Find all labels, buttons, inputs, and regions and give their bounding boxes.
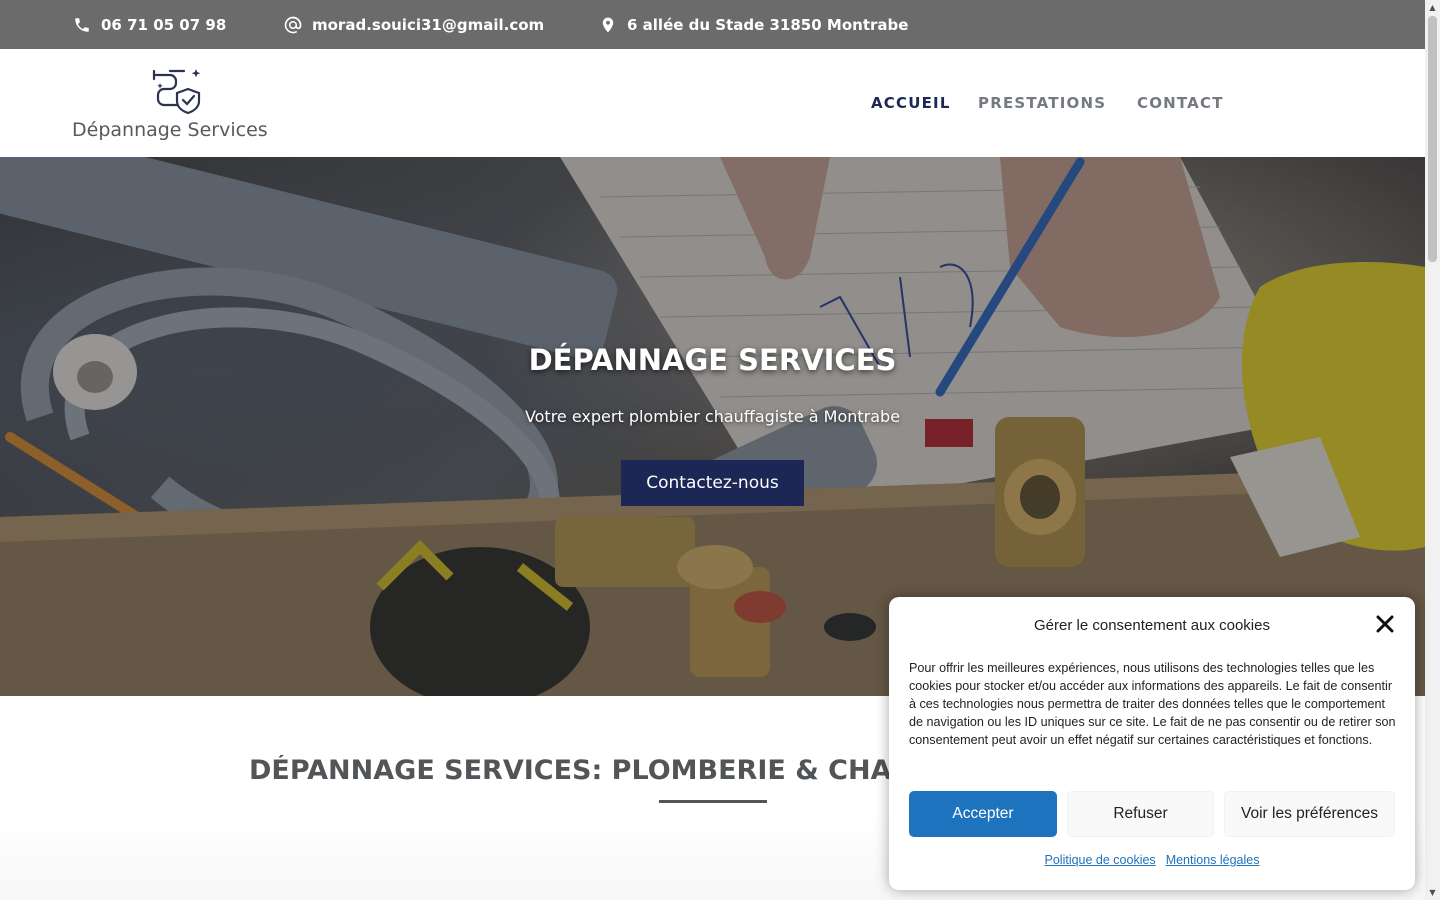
scroll-up-arrow-icon[interactable]: ▲ xyxy=(1425,0,1440,15)
scrollbar-thumb[interactable] xyxy=(1428,16,1437,262)
site-header: Dépannage Services ACCUEIL PRESTATIONS C… xyxy=(0,49,1425,157)
section-divider xyxy=(659,800,767,803)
site-logo[interactable]: Dépannage Services xyxy=(72,63,272,143)
topbar-email-text: morad.souici31@gmail.com xyxy=(312,15,545,34)
view-preferences-button[interactable]: Voir les préférences xyxy=(1224,791,1395,837)
nav-contact[interactable]: CONTACT xyxy=(1137,94,1224,112)
topbar-phone[interactable]: 06 71 05 07 98 xyxy=(72,0,226,49)
top-contact-bar: 06 71 05 07 98 morad.souici31@gmail.com … xyxy=(0,0,1425,49)
cookie-policy-link[interactable]: Politique de cookies xyxy=(1045,853,1156,867)
at-icon xyxy=(283,15,303,35)
scroll-down-arrow-icon[interactable]: ▼ xyxy=(1425,885,1440,900)
hero-subtitle: Votre expert plombier chauffagiste à Mon… xyxy=(524,407,901,426)
page-scrollbar[interactable]: ▲ ▼ xyxy=(1425,0,1440,900)
topbar-email[interactable]: morad.souici31@gmail.com xyxy=(283,0,544,49)
hero-title: DÉPANNAGE SERVICES xyxy=(528,343,897,377)
legal-notice-link[interactable]: Mentions légales xyxy=(1166,853,1260,867)
map-pin-icon xyxy=(598,15,618,35)
cookie-consent-dialog: Gérer le consentement aux cookies Pour o… xyxy=(889,597,1415,890)
phone-icon xyxy=(72,15,92,35)
refuse-cookies-button[interactable]: Refuser xyxy=(1067,791,1214,837)
contact-us-button[interactable]: Contactez-nous xyxy=(621,460,804,506)
topbar-address[interactable]: 6 allée du Stade 31850 Montrabe xyxy=(598,0,908,49)
nav-accueil[interactable]: ACCUEIL xyxy=(871,94,951,112)
cookie-dialog-text: Pour offrir les meilleures expériences, … xyxy=(909,661,1396,747)
topbar-phone-text: 06 71 05 07 98 xyxy=(101,15,227,34)
accept-cookies-button[interactable]: Accepter xyxy=(909,791,1057,837)
cookie-links: Politique de cookies Mentions légales xyxy=(889,853,1415,867)
cookie-dialog-title: Gérer le consentement aux cookies xyxy=(1034,617,1270,634)
section-title: DÉPANNAGE SERVICES: PLOMBERIE & CHAUFFAG… xyxy=(249,755,889,786)
plumbing-shield-logo-icon xyxy=(152,69,201,115)
logo-text: Dépannage Services xyxy=(72,119,268,141)
close-icon[interactable] xyxy=(1375,614,1395,634)
nav-prestations[interactable]: PRESTATIONS xyxy=(978,94,1106,112)
topbar-address-text: 6 allée du Stade 31850 Montrabe xyxy=(627,15,909,34)
